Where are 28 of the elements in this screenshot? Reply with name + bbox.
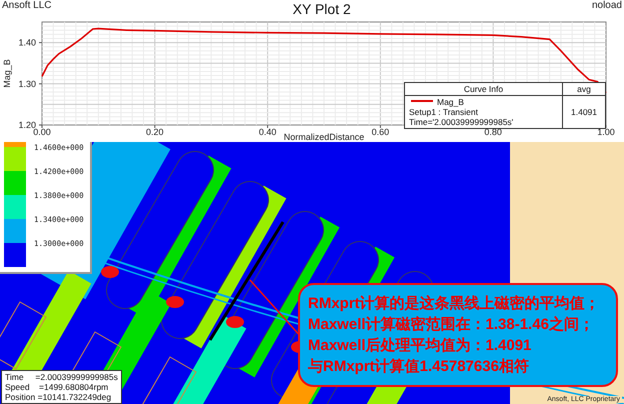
x-tick-label: 0.00 xyxy=(33,127,51,137)
x-tick-label: 0.60 xyxy=(372,127,390,137)
x-tick-label: 1.00 xyxy=(597,127,615,137)
x-tick-label: 0.20 xyxy=(146,127,164,137)
avg-value: 1.4091 xyxy=(571,107,597,117)
time-info-line: Time =2.00039999999985s xyxy=(5,372,118,382)
callout-text: 与RMxprt计算值1.45787636相符 xyxy=(308,357,529,377)
callout-text: Maxwell后处理平均值为：1.4091 xyxy=(308,336,532,356)
y-axis-label: Mag_B xyxy=(2,59,12,88)
y-tick-label: 1.20 xyxy=(18,120,36,130)
line-swatch-icon xyxy=(411,100,433,102)
company-label: Ansoft LLC xyxy=(2,0,52,11)
legend-header: avg xyxy=(577,84,591,94)
design-label: noload xyxy=(592,0,622,11)
setup-label: Setup1 : Transient xyxy=(409,107,479,117)
time-label: Time='2.00039999999985s' xyxy=(409,117,514,127)
legend-header: Curve Info xyxy=(462,84,504,94)
y-tick-label: 1.40 xyxy=(18,38,36,48)
plot-title: XY Plot 2 xyxy=(292,1,351,17)
x-tick-label: 0.80 xyxy=(484,127,502,137)
y-tick-label: 1.30 xyxy=(18,78,36,89)
callout-text: RMxprt计算的是这条黑线上磁密的平均值； xyxy=(308,294,600,314)
x-axis-label: NormalizedDistance xyxy=(284,132,364,142)
callout-text: Maxwell计算磁密范围在：1.38-1.46之间； xyxy=(308,315,594,335)
time-info-line: Speed =1499.680804rpm xyxy=(5,382,110,392)
x-tick-label: 0.40 xyxy=(258,127,276,137)
time-info-line: Position =10141.732249deg xyxy=(5,392,112,402)
curve-name: Mag_B xyxy=(437,97,464,107)
